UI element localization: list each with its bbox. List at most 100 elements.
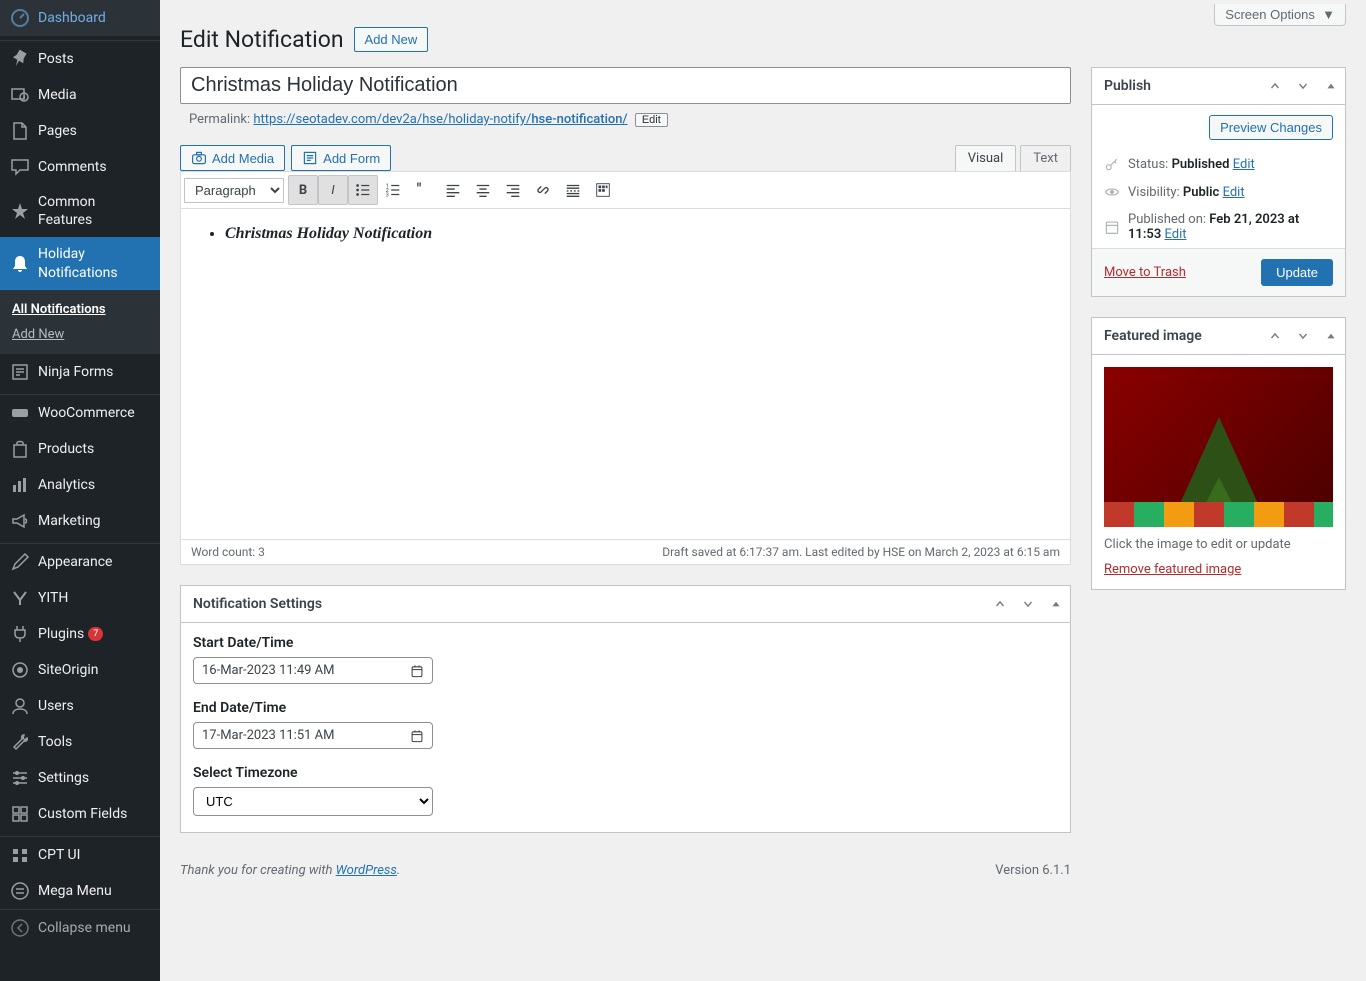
sidebar-item-plugins[interactable]: Plugins 7 [0, 616, 160, 652]
sidebar-item-tools[interactable]: Tools [0, 724, 160, 760]
submenu-all-notifications[interactable]: All Notifications [0, 297, 160, 322]
bold-button[interactable]: B [288, 175, 318, 205]
edit-date-link[interactable]: Edit [1164, 227, 1186, 242]
sidebar-label: Tools [38, 733, 72, 751]
sidebar-item-settings[interactable]: Settings [0, 760, 160, 796]
move-down-button[interactable] [1014, 586, 1042, 622]
move-up-button[interactable] [1261, 318, 1289, 354]
sidebar-label: YITH [38, 589, 68, 607]
preview-changes-button[interactable]: Preview Changes [1209, 115, 1333, 140]
user-icon [10, 696, 30, 716]
featured-image-thumbnail[interactable] [1104, 367, 1333, 527]
version-text: Version 6.1.1 [995, 863, 1071, 878]
move-down-button[interactable] [1289, 68, 1317, 104]
collapse-menu[interactable]: Collapse menu [0, 909, 160, 946]
sidebar-item-marketing[interactable]: Marketing [0, 503, 160, 539]
add-form-button[interactable]: Add Form [291, 145, 391, 171]
screen-options-button[interactable]: Screen Options ▼ [1214, 4, 1346, 26]
sidebar-item-posts[interactable]: Posts [0, 41, 160, 77]
align-center-button[interactable] [468, 175, 498, 205]
sidebar-label: Plugins [38, 625, 84, 643]
move-up-button[interactable] [1261, 68, 1289, 104]
bullet-list-button[interactable] [348, 175, 378, 205]
sidebar-item-comments[interactable]: Comments [0, 149, 160, 185]
sidebar-label: Posts [38, 50, 74, 68]
sidebar-item-common-features[interactable]: Common Features [0, 185, 160, 237]
editor-tab-visual[interactable]: Visual [955, 145, 1017, 171]
link-button[interactable] [528, 175, 558, 205]
readmore-button[interactable] [558, 175, 588, 205]
collapse-icon [10, 918, 30, 938]
sidebar-item-mega-menu[interactable]: Mega Menu [0, 873, 160, 909]
submenu-add-new[interactable]: Add New [0, 322, 160, 347]
sidebar-label: Holiday Notifications [38, 245, 152, 281]
add-media-button[interactable]: Add Media [180, 145, 285, 171]
italic-button[interactable]: I [318, 175, 348, 205]
cpt-icon [10, 845, 30, 865]
blockquote-button[interactable]: " [408, 175, 438, 205]
editor-content[interactable]: Christmas Holiday Notification [181, 209, 1070, 539]
end-date-input[interactable]: 17-Mar-2023 11:51 AM [193, 722, 433, 749]
featured-image-box: Featured image Click the image to edit [1091, 317, 1346, 590]
edit-status-link[interactable]: Edit [1233, 157, 1255, 172]
sidebar-item-analytics[interactable]: Analytics [0, 467, 160, 503]
sidebar-label: Comments [38, 158, 107, 176]
form-add-icon [302, 150, 318, 166]
page-icon [10, 121, 30, 141]
end-date-label: End Date/Time [193, 700, 1058, 716]
sidebar-item-products[interactable]: Products [0, 431, 160, 467]
sidebar-item-yith[interactable]: YITH [0, 580, 160, 616]
admin-sidebar: Dashboard Posts Media Pages Comments Com… [0, 0, 160, 981]
sidebar-item-cptui[interactable]: CPT UI [0, 837, 160, 873]
sidebar-label: Pages [38, 122, 77, 140]
wordpress-link[interactable]: WordPress [336, 863, 397, 878]
sidebar-item-users[interactable]: Users [0, 688, 160, 724]
post-title-input[interactable] [180, 67, 1071, 104]
align-right-button[interactable] [498, 175, 528, 205]
permalink-edit-button[interactable]: Edit [635, 113, 668, 127]
toggle-panel-button[interactable] [1317, 318, 1345, 354]
sidebar-label: Settings [38, 769, 89, 787]
start-date-input[interactable]: 16-Mar-2023 11:49 AM [193, 657, 433, 684]
move-down-button[interactable] [1289, 318, 1317, 354]
wrench-icon [10, 732, 30, 752]
star-icon [10, 201, 30, 221]
format-select[interactable]: Paragraph [184, 178, 284, 203]
plug-icon [10, 624, 30, 644]
move-to-trash-link[interactable]: Move to Trash [1104, 265, 1186, 280]
numbered-list-button[interactable]: 123 [378, 175, 408, 205]
sidebar-label: Common Features [38, 193, 152, 229]
woo-icon [10, 403, 30, 423]
move-up-button[interactable] [986, 586, 1014, 622]
sidebar-label: Custom Fields [38, 805, 127, 823]
plugin-update-badge: 7 [88, 627, 103, 641]
toolbar-toggle-button[interactable] [588, 175, 618, 205]
sidebar-item-media[interactable]: Media [0, 77, 160, 113]
toggle-panel-button[interactable] [1317, 68, 1345, 104]
update-button[interactable]: Update [1261, 259, 1333, 286]
permalink-link[interactable]: https://seotadev.com/dev2a/hse/holiday-n… [253, 112, 627, 127]
sidebar-label: Products [38, 440, 94, 458]
sidebar-label: Analytics [38, 476, 95, 494]
sidebar-item-custom-fields[interactable]: Custom Fields [0, 796, 160, 832]
products-icon [10, 439, 30, 459]
media-icon [10, 85, 30, 105]
sidebar-item-siteorigin[interactable]: SiteOrigin [0, 652, 160, 688]
sidebar-item-holiday-notifications[interactable]: Holiday Notifications [0, 237, 160, 289]
box-title: Publish [1092, 68, 1261, 104]
toggle-panel-button[interactable] [1042, 586, 1070, 622]
add-new-button[interactable]: Add New [354, 27, 429, 52]
sidebar-item-appearance[interactable]: Appearance [0, 544, 160, 580]
form-icon [10, 362, 30, 382]
timezone-select[interactable]: UTC [193, 787, 433, 816]
editor-container: Paragraph B I 123 " Christm [180, 171, 1071, 565]
editor-tab-text[interactable]: Text [1020, 145, 1071, 171]
edit-visibility-link[interactable]: Edit [1223, 185, 1245, 200]
sidebar-item-ninja-forms[interactable]: Ninja Forms [0, 354, 160, 390]
sidebar-item-dashboard[interactable]: Dashboard [0, 0, 160, 36]
siteorigin-icon [10, 660, 30, 680]
sidebar-item-pages[interactable]: Pages [0, 113, 160, 149]
remove-featured-image-link[interactable]: Remove featured image [1104, 562, 1241, 577]
align-left-button[interactable] [438, 175, 468, 205]
sidebar-item-woocommerce[interactable]: WooCommerce [0, 395, 160, 431]
